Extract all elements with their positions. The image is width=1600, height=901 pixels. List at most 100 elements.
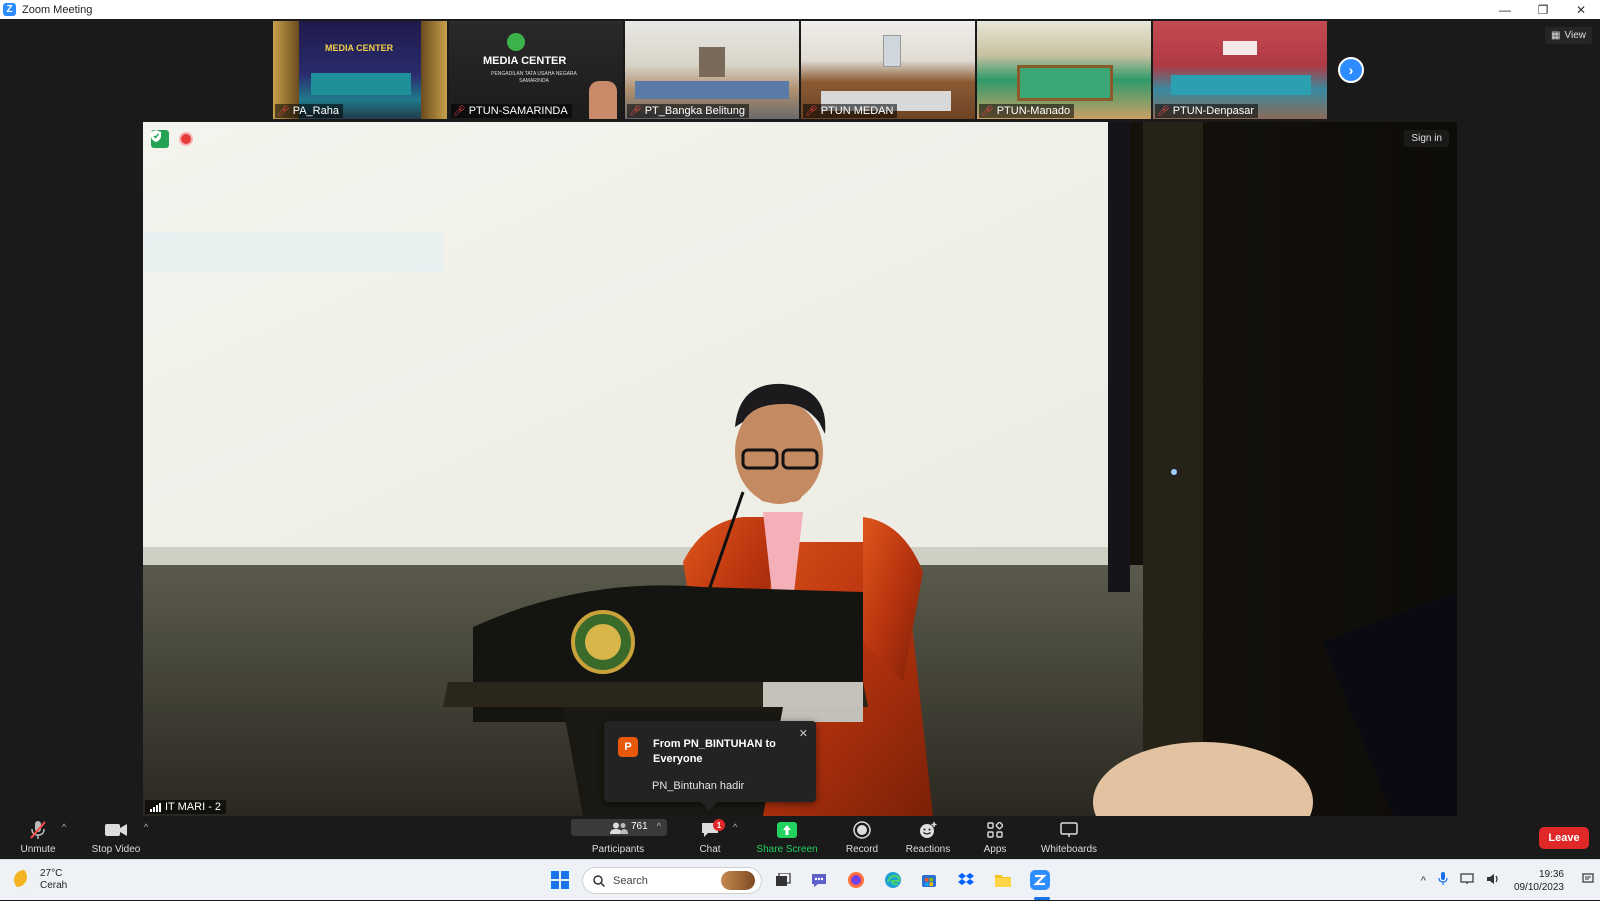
participant-thumbnail[interactable]: 🎤︎ PTUN-Manado [977, 21, 1151, 119]
search-icon [593, 874, 605, 887]
participant-name: PTUN-SAMARINDA [468, 105, 568, 117]
clock-date: 09/10/2023 [1513, 881, 1564, 893]
close-icon[interactable]: ✕ [799, 727, 808, 740]
restore-button[interactable]: ❐ [1524, 0, 1562, 19]
zoom-logo-icon: Z [3, 3, 16, 16]
dropbox-icon[interactable] [955, 869, 977, 891]
participant-name: PT_Bangka Belitung [644, 105, 745, 117]
view-button[interactable]: ▦ View [1545, 27, 1592, 44]
participant-thumbnail[interactable]: 🎤︎ PTUN-Denpasar [1153, 21, 1327, 119]
speaker-name-tag: IT MARI - 2 [145, 800, 227, 814]
clock-time: 19:36 [1538, 868, 1564, 880]
banner-text: MEDIA CENTER [325, 43, 394, 53]
participant-name: PTUN-Manado [996, 105, 1071, 117]
share-screen-label: Share Screen [756, 844, 818, 855]
reactions-label: Reactions [905, 844, 951, 855]
thumbnail-name-tag: 🎤︎ PT_Bangka Belitung [627, 104, 749, 118]
windows-taskbar: 27°C Cerah Search ^ 19:36 09/10/2023 [0, 859, 1600, 900]
participant-name: PA_Raha [292, 105, 339, 117]
search-placeholder: Search [613, 874, 648, 887]
window-controls: — ❐ ✕ [1486, 0, 1600, 19]
mic-muted-icon [29, 819, 47, 841]
whiteboard-icon [1060, 819, 1078, 841]
thumbnail-name-tag: 🎤︎ PTUN MEDAN [803, 104, 898, 118]
participant-name: PTUN-Denpasar [1172, 105, 1255, 117]
encryption-shield-icon[interactable] [151, 130, 169, 148]
firefox-icon[interactable] [845, 869, 867, 891]
mic-muted-icon: 🎤︎ [277, 105, 290, 117]
signal-strength-icon [150, 802, 161, 812]
minimize-button[interactable]: — [1486, 0, 1524, 19]
thumbnail-name-tag: 🎤︎ PTUN-Manado [979, 104, 1075, 118]
microphone-icon[interactable] [1438, 872, 1448, 889]
participants-button[interactable]: Participants [585, 816, 651, 859]
whiteboards-button[interactable]: Whiteboards [1039, 816, 1099, 859]
record-icon [853, 819, 871, 841]
stop-video-label: Stop Video [91, 844, 141, 855]
leave-button[interactable]: Leave [1539, 827, 1589, 849]
participant-thumbnail[interactable]: MEDIA CENTER 🎤︎ PA_Raha [273, 21, 447, 119]
reactions-button[interactable]: Reactions [903, 816, 953, 859]
speaker-video-frame [143, 122, 1457, 816]
moon-icon [14, 870, 34, 890]
participant-thumbnail[interactable]: 🎤︎ PT_Bangka Belitung [625, 21, 799, 119]
meeting-area: MEDIA CENTER 🎤︎ PA_Raha MEDIA CENTER PENG… [0, 19, 1600, 859]
system-tray: ^ 19:36 09/10/2023 [1415, 860, 1600, 901]
task-view-icon[interactable] [772, 869, 794, 891]
window-title: Zoom Meeting [22, 3, 93, 16]
share-screen-button[interactable]: Share Screen [754, 816, 820, 859]
weather-description: Cerah [40, 880, 68, 891]
thumbnail-name-tag: 🎤︎ PTUN-Denpasar [1155, 104, 1259, 118]
sender-avatar: P [618, 737, 638, 757]
chat-message-text: PN_Bintuhan hadir [652, 780, 745, 792]
participant-name: PTUN MEDAN [820, 105, 894, 117]
participant-thumbnail[interactable]: 🎤︎ PTUN MEDAN [801, 21, 975, 119]
title-bar: Z Zoom Meeting — ❐ ✕ [0, 0, 1600, 19]
clock[interactable]: 19:36 09/10/2023 [1514, 868, 1564, 894]
weather-temperature: 27°C [40, 868, 63, 879]
whiteboards-label: Whiteboards [1040, 844, 1098, 855]
participants-label: Participants [591, 844, 645, 855]
smiley-plus-icon [918, 819, 938, 841]
notifications-icon[interactable] [1582, 873, 1594, 888]
next-page-button[interactable]: › [1338, 57, 1364, 83]
windows-start-button[interactable] [551, 871, 569, 889]
weather-widget[interactable]: 27°C Cerah [14, 868, 67, 892]
mic-muted-icon: 🎤︎ [453, 105, 466, 117]
search-highlight-image [721, 871, 755, 890]
audio-options-caret[interactable]: ^ [62, 822, 66, 832]
apps-label: Apps [983, 844, 1007, 855]
video-options-caret[interactable]: ^ [144, 822, 148, 832]
meeting-toolbar: Unmute ^ Stop Video ^ 761 ^ Participants… [0, 816, 1600, 859]
chat-notification-popup[interactable]: P From PN_BINTUHAN to Everyone PN_Bintuh… [604, 721, 816, 811]
zoom-app-icon[interactable] [1029, 869, 1051, 891]
sign-in-button[interactable]: Sign in [1404, 130, 1449, 147]
store-icon[interactable] [918, 869, 940, 891]
file-explorer-icon[interactable] [992, 869, 1014, 891]
participants-caret[interactable]: ^ [657, 821, 661, 831]
thumbnail-name-tag: 🎤︎ PTUN-SAMARINDA [451, 104, 572, 118]
edge-icon[interactable] [882, 869, 904, 891]
chat-options-caret[interactable]: ^ [733, 822, 737, 832]
teams-chat-icon[interactable] [808, 869, 830, 891]
apps-button[interactable]: Apps [980, 816, 1010, 859]
active-speaker-video: Sign in IT MARI - 2 [143, 122, 1457, 816]
record-button[interactable]: Record [842, 816, 882, 859]
mic-muted-icon: 🎤︎ [805, 105, 818, 117]
unmute-button[interactable]: Unmute [12, 816, 64, 859]
close-window-button[interactable]: ✕ [1562, 0, 1600, 19]
chevron-up-icon[interactable]: ^ [1421, 875, 1426, 887]
stop-video-button[interactable]: Stop Video [86, 816, 146, 859]
recording-indicator-icon [179, 132, 193, 146]
taskbar-search-box[interactable]: Search [582, 867, 762, 894]
banner-subtext: PENGADILAN TATA USAHA NEGARA SAMARINDA [491, 71, 577, 84]
apps-icon [987, 819, 1003, 841]
unmute-label: Unmute [20, 844, 56, 855]
chat-sender-line: From PN_BINTUHAN to Everyone [653, 738, 776, 765]
network-icon[interactable] [1460, 873, 1474, 888]
speaker-volume-icon[interactable] [1486, 873, 1500, 888]
participant-thumbnail[interactable]: MEDIA CENTER PENGADILAN TATA USAHA NEGAR… [449, 21, 623, 119]
grid-view-icon: ▦ [1551, 30, 1561, 41]
chevron-right-icon: › [1348, 62, 1354, 78]
gallery-thumbnail-strip: MEDIA CENTER 🎤︎ PA_Raha MEDIA CENTER PENG… [273, 21, 1327, 119]
